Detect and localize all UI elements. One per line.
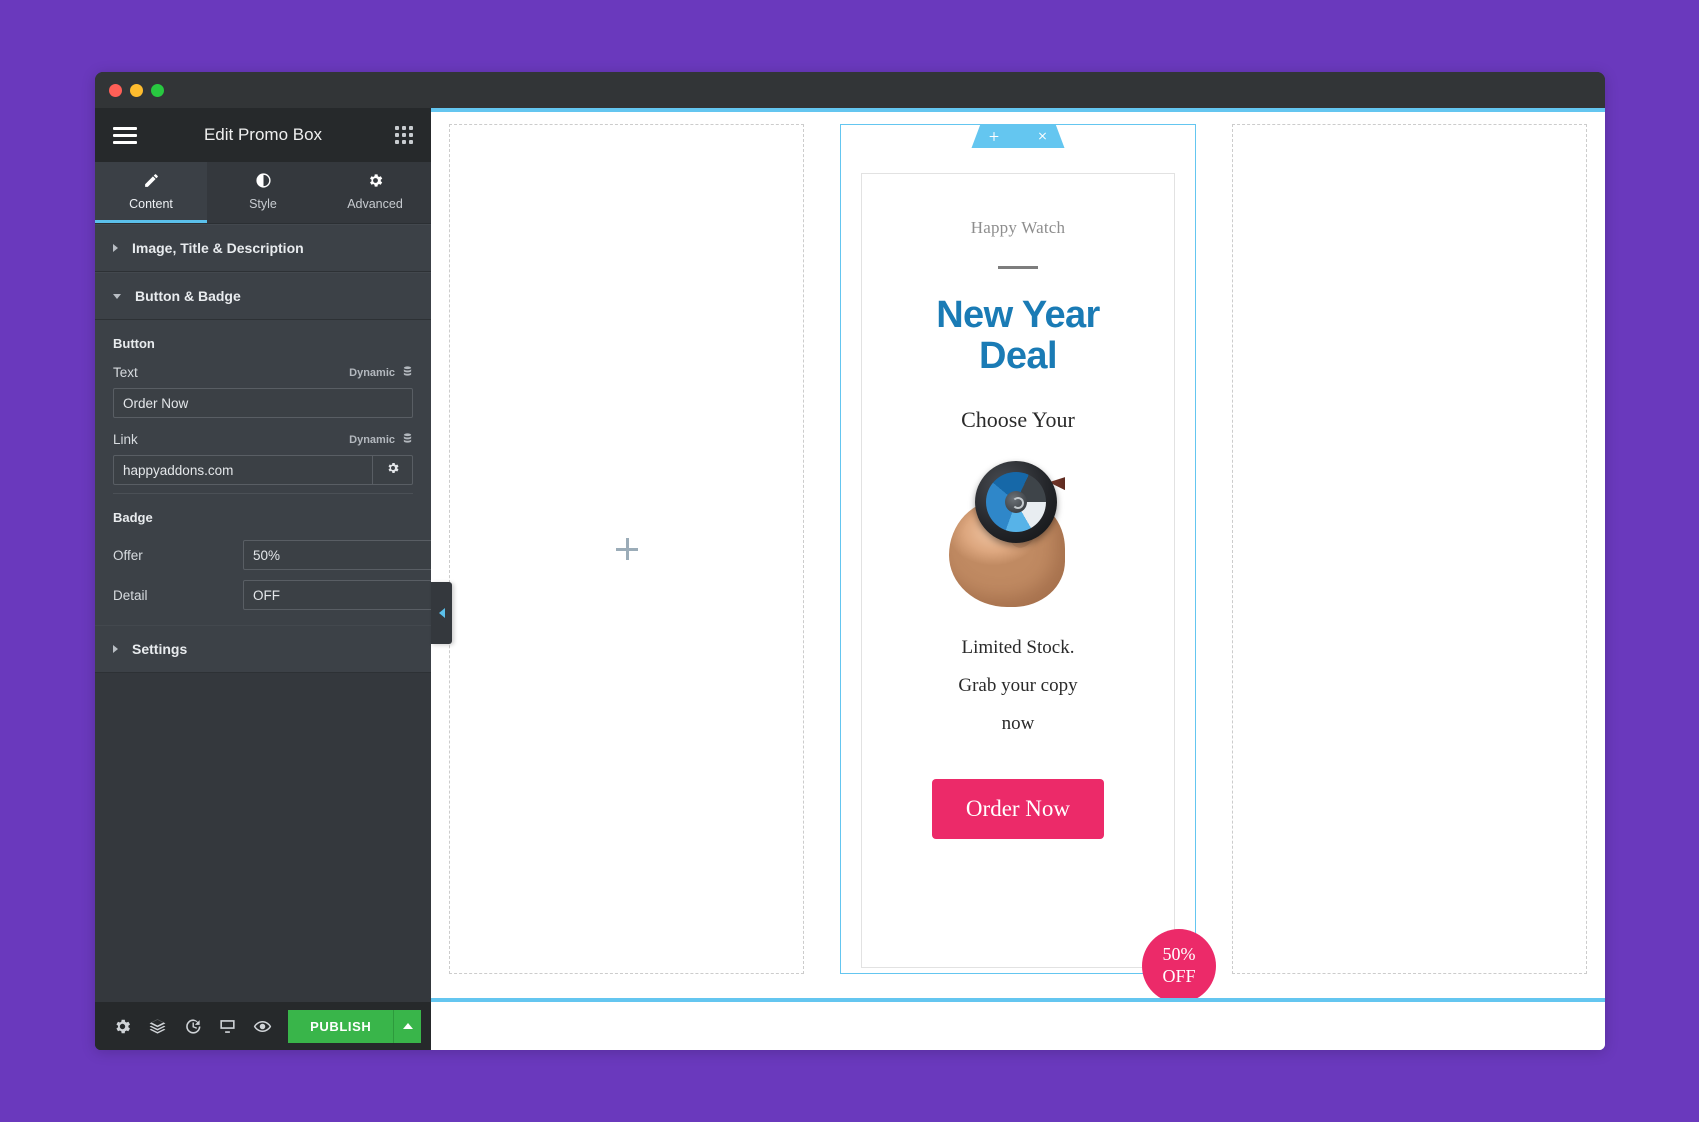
responsive-icon[interactable] xyxy=(210,1002,245,1050)
section-settings-label: Settings xyxy=(132,641,188,657)
section-image-title-description[interactable]: Image, Title & Description xyxy=(95,224,431,272)
panel-empty-area xyxy=(95,673,431,1002)
promo-choose-text: Choose Your xyxy=(961,407,1075,433)
promo-subtitle: Happy Watch xyxy=(970,218,1066,237)
button-text-field-row: Text Dynamic xyxy=(95,361,431,382)
window-close-button[interactable] xyxy=(109,83,122,97)
badge-group-title: Badge xyxy=(113,510,153,525)
section-button-badge-label: Button & Badge xyxy=(135,288,241,304)
tab-content[interactable]: Content xyxy=(95,162,207,223)
button-text-dynamic-label: Dynamic xyxy=(349,366,395,379)
promo-title-line1: New Year xyxy=(936,294,1100,336)
panel-title: Edit Promo Box xyxy=(203,125,323,144)
order-now-button[interactable]: Order Now xyxy=(931,779,1105,840)
watch-dial-center xyxy=(1004,491,1027,514)
promo-title: New Year Deal xyxy=(888,294,1148,378)
button-link-input[interactable] xyxy=(113,455,373,485)
section-button-badge[interactable]: Button & Badge xyxy=(95,272,431,320)
gear-icon xyxy=(367,172,384,192)
badge-offer-field-row: Offer xyxy=(95,535,440,575)
watch-face xyxy=(985,472,1046,533)
plus-icon[interactable] xyxy=(615,538,638,560)
watch-case xyxy=(974,461,1057,544)
contrast-icon xyxy=(255,172,272,192)
badge-detail-field-row: Detail xyxy=(95,575,440,615)
promo-description-line3: now xyxy=(1001,713,1035,735)
promo-offer-badge: 50% OFF xyxy=(1141,929,1216,1003)
button-link-dynamic-label: Dynamic xyxy=(349,433,395,446)
canvas-column-empty-right[interactable] xyxy=(1231,124,1587,974)
badge-offer-input[interactable] xyxy=(243,540,440,570)
button-text-input[interactable] xyxy=(113,388,413,418)
canvas-column-empty-left[interactable] xyxy=(449,124,805,974)
promo-badge-detail: OFF xyxy=(1162,966,1196,986)
promo-title-line2: Deal xyxy=(979,335,1057,378)
apps-grid-icon[interactable] xyxy=(395,126,413,144)
button-link-field-row: Link Dynamic xyxy=(95,428,431,449)
hamburger-menu-icon[interactable] xyxy=(113,126,137,144)
section-settings[interactable]: Settings xyxy=(95,625,431,673)
badge-offer-label: Offer xyxy=(113,547,143,563)
preview-icon[interactable] xyxy=(245,1002,280,1050)
settings-icon[interactable] xyxy=(105,1002,140,1050)
gear-icon xyxy=(386,461,400,480)
window-titlebar xyxy=(95,72,1605,108)
promo-description-line2: Grab your copy xyxy=(958,675,1078,697)
tab-style[interactable]: Style xyxy=(207,162,319,223)
close-icon xyxy=(1036,130,1048,142)
chevron-down-icon xyxy=(113,293,121,299)
promo-divider xyxy=(997,266,1038,269)
chevron-right-icon xyxy=(113,244,118,252)
promo-badge-offer: 50% xyxy=(1162,944,1196,965)
chevron-right-icon xyxy=(113,645,118,653)
database-icon xyxy=(402,365,413,380)
button-text-label: Text xyxy=(113,365,138,380)
panel-collapse-handle[interactable] xyxy=(431,582,452,644)
plus-icon xyxy=(987,130,1000,143)
canvas-footer xyxy=(431,1002,1605,1050)
canvas-section: Happy Watch New Year Deal Choose Your Li… xyxy=(431,112,1605,1003)
button-text-dynamic-toggle[interactable]: Dynamic xyxy=(349,365,413,380)
button-group-title: Button xyxy=(113,336,155,351)
badge-detail-input[interactable] xyxy=(243,580,440,610)
chevron-left-icon xyxy=(438,608,445,618)
badge-detail-label: Detail xyxy=(113,587,148,603)
window-maximize-button[interactable] xyxy=(151,83,164,97)
widget-close-button[interactable] xyxy=(1036,130,1048,142)
link-options-button[interactable] xyxy=(373,455,413,485)
publish-button[interactable]: PUBLISH xyxy=(288,1009,394,1043)
button-link-dynamic-toggle[interactable]: Dynamic xyxy=(349,432,413,447)
promo-box-widget[interactable]: Happy Watch New Year Deal Choose Your Li… xyxy=(860,173,1216,1003)
tab-advanced[interactable]: Advanced xyxy=(319,162,431,223)
tab-content-label: Content xyxy=(129,196,173,211)
panel-footer: PUBLISH xyxy=(95,1002,431,1050)
panel-tabs: Content Style Advanced xyxy=(95,162,431,224)
history-icon[interactable] xyxy=(175,1002,210,1050)
publish-dropdown-button[interactable] xyxy=(393,1009,422,1043)
database-icon xyxy=(402,432,413,447)
pencil-icon xyxy=(143,172,160,192)
tab-style-label: Style xyxy=(249,196,277,211)
editor-panel: Edit Promo Box Content Style Advanced Im… xyxy=(95,108,440,1050)
widget-add-button[interactable] xyxy=(987,130,1000,143)
canvas-column-selected[interactable]: Happy Watch New Year Deal Choose Your Li… xyxy=(840,124,1216,1003)
tab-advanced-label: Advanced xyxy=(347,196,403,211)
smartwatch-image xyxy=(945,457,1091,608)
browser-window: Edit Promo Box Content Style Advanced Im… xyxy=(95,72,1605,1050)
button-link-label: Link xyxy=(113,432,138,447)
window-minimize-button[interactable] xyxy=(130,83,143,97)
chevron-up-icon xyxy=(402,1023,413,1029)
promo-description: Limited Stock. Grab your copy now xyxy=(888,629,1148,743)
widget-toolbar xyxy=(971,124,1064,148)
editor-canvas: Happy Watch New Year Deal Choose Your Li… xyxy=(431,108,1605,1050)
button-link-row xyxy=(113,455,413,485)
panel-header: Edit Promo Box xyxy=(95,108,431,162)
layers-icon[interactable] xyxy=(140,1002,175,1050)
section-image-title-description-label: Image, Title & Description xyxy=(132,240,304,256)
promo-description-line1: Limited Stock. xyxy=(961,637,1075,659)
section-button-badge-body: Button Text Dynamic Link Dynamic xyxy=(95,320,440,625)
